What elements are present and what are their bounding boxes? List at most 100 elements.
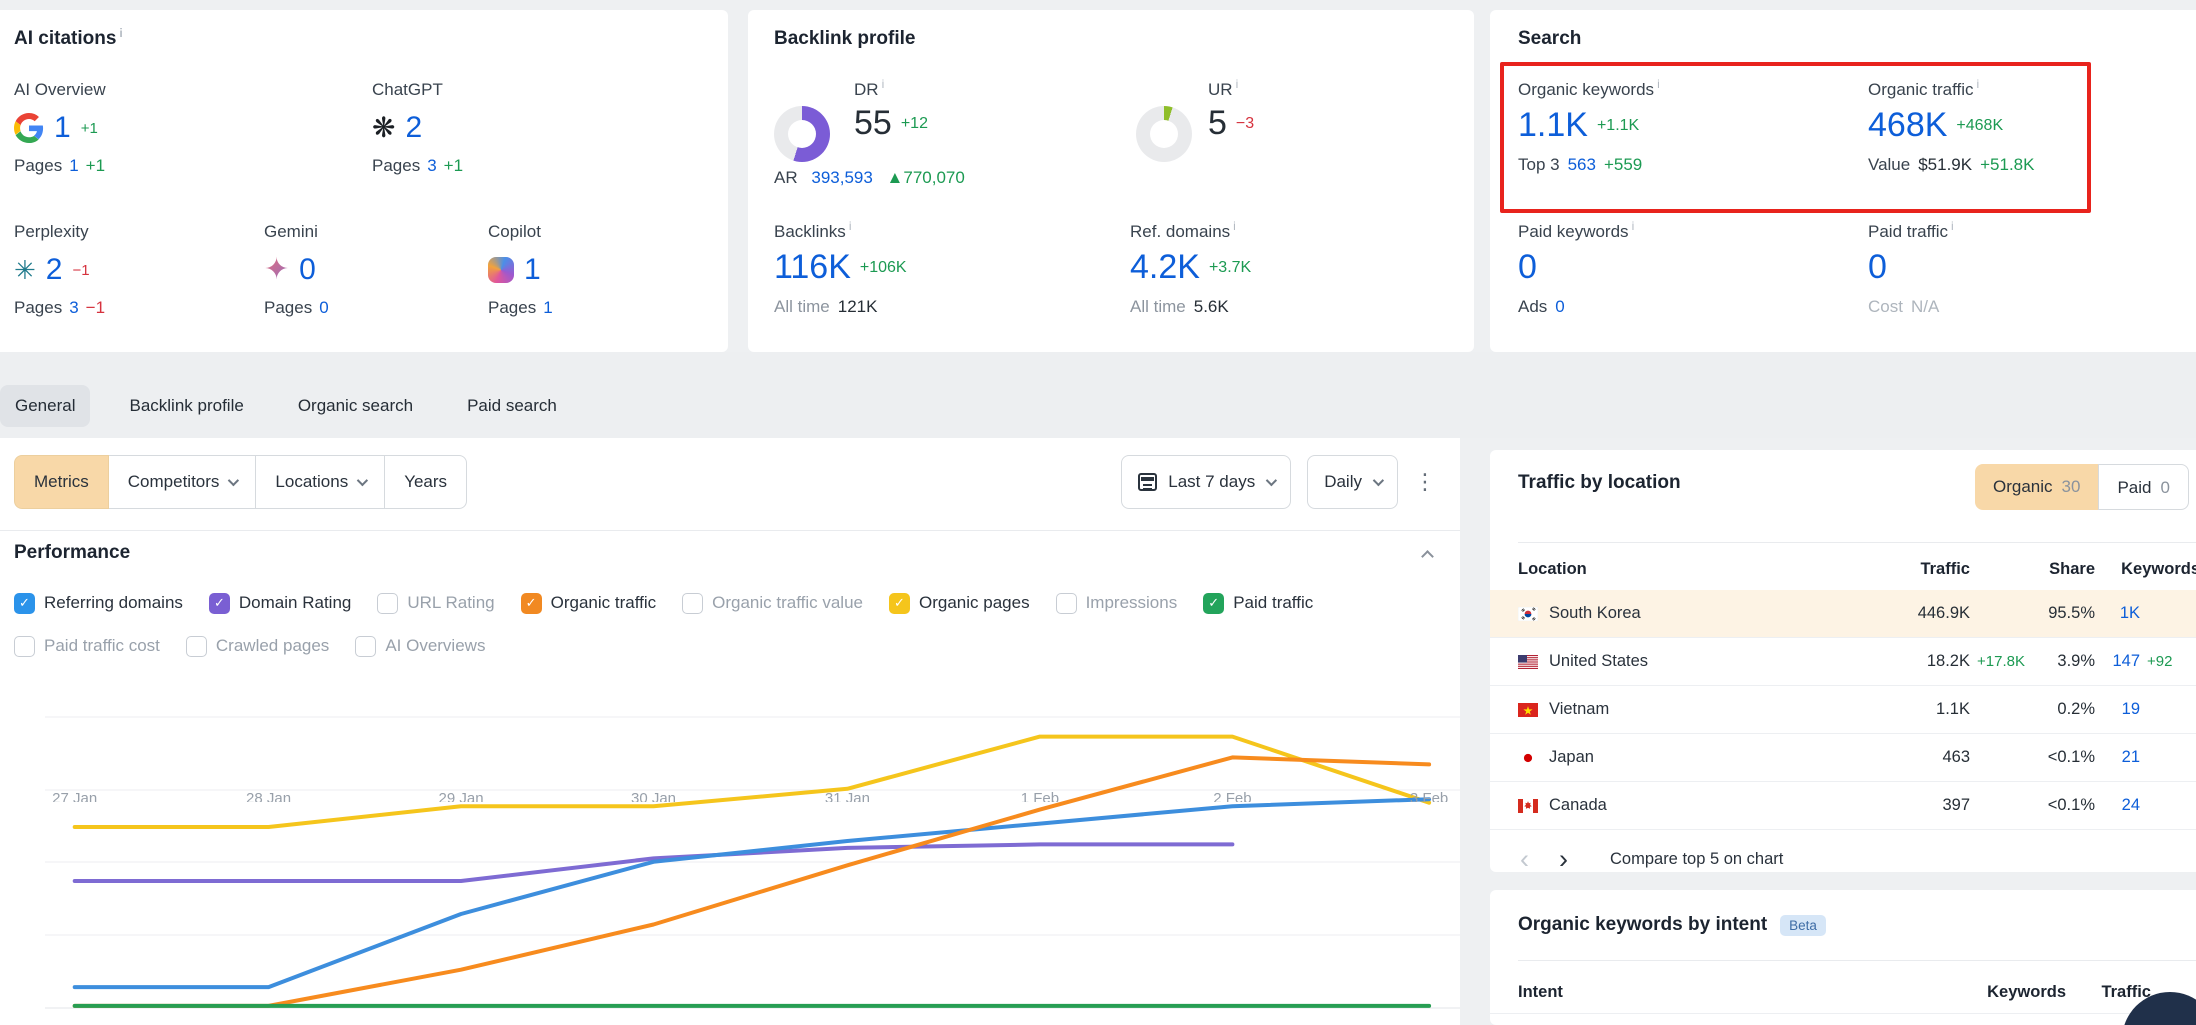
info-icon[interactable]: i <box>1236 77 1239 91</box>
pages-value-link[interactable]: 0 <box>319 298 328 317</box>
metric-checkbox-ai-overviews[interactable]: AI Overviews <box>355 636 485 657</box>
metric-checkbox-domain-rating[interactable]: ✓Domain Rating <box>209 593 351 614</box>
ar-value-link[interactable]: 393,593 <box>811 168 872 187</box>
toggle-organic[interactable]: Organic30 <box>1975 464 2098 510</box>
keywords-value-link[interactable]: 147 <box>2095 652 2140 671</box>
metric-checkbox-crawled-pages[interactable]: Crawled pages <box>186 636 329 657</box>
info-icon[interactable]: i <box>1632 219 1635 233</box>
organic-keywords-value-link[interactable]: 1.1K <box>1518 106 1588 145</box>
location-name-cell: United States <box>1518 652 1840 671</box>
info-icon[interactable]: i <box>882 77 885 91</box>
divider <box>0 530 1460 531</box>
metric-checkbox-paid-traffic[interactable]: ✓Paid traffic <box>1203 593 1313 614</box>
pages-value-link[interactable]: 1 <box>69 156 78 175</box>
ref-domains-value-link[interactable]: 4.2K <box>1130 248 1200 287</box>
metric-checkbox-organic-traffic[interactable]: ✓Organic traffic <box>521 593 657 614</box>
organic-traffic-value-link[interactable]: 468K <box>1868 106 1947 145</box>
location-row-south-korea[interactable]: South Korea446.9K95.5%1K <box>1490 590 2196 638</box>
paid-keywords-value-link[interactable]: 0 <box>1518 248 1537 287</box>
location-row-vietnam[interactable]: Vietnam1.1K0.2%19 <box>1490 686 2196 734</box>
metric-checkbox-organic-traffic-value[interactable]: Organic traffic value <box>682 593 863 614</box>
organic-traffic-label: Organic traffici <box>1868 80 2034 100</box>
location-name: United States <box>1549 652 1648 671</box>
pages-value-link[interactable]: 3 <box>69 298 78 317</box>
beta-badge: Beta <box>1780 915 1826 936</box>
metric-checkbox-paid-traffic-cost[interactable]: Paid traffic cost <box>14 636 160 657</box>
paid-keywords-sub: Ads0 <box>1518 297 1634 317</box>
granularity-button[interactable]: Daily <box>1307 455 1398 509</box>
metric-checkbox-label: URL Rating <box>407 593 494 613</box>
traffic-value: 446.9K <box>1840 604 1970 623</box>
performance-chart <box>0 660 1460 1010</box>
next-page-icon[interactable]: › <box>1559 846 1568 873</box>
report-tabs: General Backlink profile Organic search Pai… <box>0 385 2196 427</box>
ai-citation-value[interactable]: 1 <box>524 253 541 287</box>
date-range-button[interactable]: Last 7 days <box>1121 455 1291 509</box>
checkbox-icon <box>14 636 35 657</box>
backlink-profile-card: Backlink profile DRi 55+12 AR 393,593 ▲7… <box>748 10 1474 352</box>
ai-citation-pages: Pages1 <box>488 298 728 318</box>
keywords-value-link[interactable]: 21 <box>2095 748 2140 767</box>
segment-competitors[interactable]: Competitors <box>108 455 257 509</box>
location-row-canada[interactable]: Canada397<0.1%24 <box>1490 782 2196 830</box>
compare-top5-label[interactable]: Compare top 5 on chart <box>1610 850 1783 869</box>
segment-locations[interactable]: Locations <box>255 455 385 509</box>
share-value: 0.2% <box>2025 700 2095 719</box>
backlinks-value-link[interactable]: 116K <box>774 248 851 287</box>
toggle-paid[interactable]: Paid0 <box>2098 464 2189 510</box>
ai-citations-card: AI citationsi AI Overview1+1Pages1+1Chat… <box>0 10 728 352</box>
traffic-value: 18.2K <box>1840 652 1970 671</box>
segment-years[interactable]: Years <box>384 455 467 509</box>
ai-citation-value[interactable]: 0 <box>299 253 316 287</box>
keywords-value-link[interactable]: 24 <box>2095 796 2140 815</box>
segment-metrics[interactable]: Metrics <box>14 455 109 509</box>
collapse-chevron-icon[interactable] <box>1421 550 1434 563</box>
traffic-value: 463 <box>1840 748 1970 767</box>
ai-citation-value[interactable]: 2 <box>405 111 422 145</box>
us-flag-icon <box>1518 655 1538 669</box>
pages-label: Pages <box>14 298 62 317</box>
location-table-header: Location Traffic Share Keywords <box>1490 552 2196 586</box>
pages-value-link[interactable]: 1 <box>543 298 552 317</box>
top3-value-link[interactable]: 563 <box>1568 155 1596 174</box>
info-icon[interactable]: i <box>119 26 122 40</box>
tab-backlink-profile[interactable]: Backlink profile <box>114 385 258 427</box>
toolbar-right: Last 7 days Daily ⋮ <box>1121 455 1436 509</box>
info-icon[interactable]: i <box>849 219 852 233</box>
info-icon[interactable]: i <box>1951 219 1954 233</box>
keywords-value-link[interactable]: 1K <box>2095 604 2140 623</box>
info-icon[interactable]: i <box>1657 77 1660 91</box>
metric-checkbox-impressions[interactable]: Impressions <box>1056 593 1178 614</box>
location-row-japan[interactable]: Japan463<0.1%21 <box>1490 734 2196 782</box>
metric-checkbox-referring-domains[interactable]: ✓Referring domains <box>14 593 183 614</box>
col-traffic: Traffic <box>1840 560 1970 579</box>
ai-citation-value-row: ✦0 <box>264 250 504 290</box>
general-report-panel: MetricsCompetitorsLocationsYears Last 7 … <box>0 438 1460 1025</box>
pages-value-link[interactable]: 3 <box>427 156 436 175</box>
info-icon[interactable]: i <box>1233 219 1236 233</box>
calendar-icon <box>1138 473 1157 491</box>
paid-traffic-value-link[interactable]: 0 <box>1868 248 1887 287</box>
prev-page-icon[interactable]: ‹ <box>1520 846 1529 873</box>
location-name-cell: Canada <box>1518 796 1840 815</box>
tab-paid-search[interactable]: Paid search <box>452 385 572 427</box>
metric-checkbox-label: Domain Rating <box>239 593 351 613</box>
ca-flag-icon <box>1518 799 1538 813</box>
metric-checkbox-label: Crawled pages <box>216 636 329 656</box>
metric-checkbox-organic-pages[interactable]: ✓Organic pages <box>889 593 1030 614</box>
ai-citation-copilot: Copilot1Pages1 <box>488 222 728 318</box>
ur-stat: URi 5−3 <box>1208 80 1254 143</box>
keywords-by-intent-title: Organic keywords by intent <box>1518 914 1767 936</box>
ai-citation-value[interactable]: 1 <box>54 111 71 145</box>
tab-general[interactable]: General <box>0 385 90 427</box>
tab-organic-search[interactable]: Organic search <box>283 385 428 427</box>
col-traffic: Traffic <box>2066 983 2151 1002</box>
keywords-value-link[interactable]: 19 <box>2095 700 2140 719</box>
ai-citation-value[interactable]: 2 <box>46 253 63 287</box>
info-icon[interactable]: i <box>1977 77 1980 91</box>
more-options-icon[interactable]: ⋮ <box>1414 471 1436 493</box>
traffic-by-location-title: Traffic by location <box>1518 472 1681 494</box>
location-table-body: South Korea446.9K95.5%1K United States 18.… <box>1490 590 2196 830</box>
location-row-united-states[interactable]: United States18.2K+17.8K3.9%147+92 <box>1490 638 2196 686</box>
metric-checkbox-url-rating[interactable]: URL Rating <box>377 593 494 614</box>
